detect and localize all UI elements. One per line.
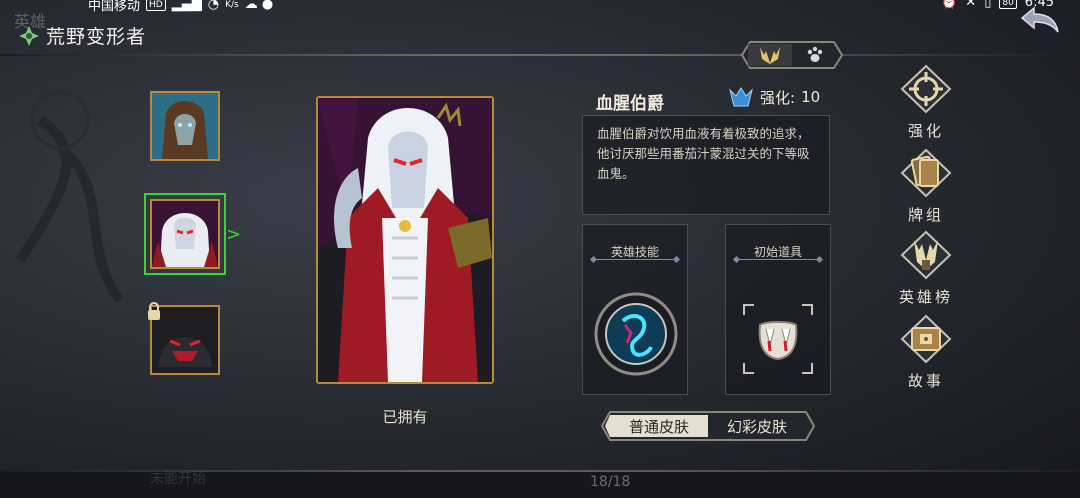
carrier-label: 中国移动 — [88, 0, 141, 14]
hero-skill-panel: 英雄技能 — [582, 224, 688, 395]
starting-item-panel: 初始道具 — [725, 224, 831, 395]
side-leaderboard-button[interactable]: 英雄榜 — [896, 230, 956, 307]
status-bar: 中国移动 HD ▂▄▆ ◔ K/s ☁ ● ⏰ ✕ ▯ 80 6:45 — [0, 0, 1080, 14]
hero-skill-title: 英雄技能 — [610, 245, 659, 259]
battery-indicator: 80 — [999, 0, 1017, 9]
card-deck-icon — [900, 148, 952, 198]
paw-print-icon — [807, 46, 823, 62]
mute-icon: ✕ — [965, 0, 977, 10]
leaf-emblem-icon — [19, 25, 39, 46]
hero-description: 血腥伯爵对饮用血液有着极致的追求，他讨厌那些用番茄汁蒙混过关的下等吸血鬼。 — [582, 115, 830, 215]
starting-item-button[interactable] — [740, 301, 816, 377]
lock-icon — [146, 302, 162, 326]
hd-badge: HD — [146, 0, 166, 11]
hooded-hero-portrait — [152, 93, 218, 159]
page-counter: 18/18 — [590, 474, 631, 490]
side-deck-button[interactable]: 牌组 — [896, 148, 956, 225]
leaderboard-icon — [900, 230, 952, 280]
top-divider — [0, 54, 1080, 56]
net-speed: K/s — [225, 0, 239, 10]
faded-bottom-text: 未能开始 — [150, 471, 206, 487]
starting-item-title: 初始道具 — [753, 245, 802, 259]
side-deck-label: 牌组 — [907, 206, 944, 224]
enhance-level-value: 10 — [801, 88, 821, 106]
rainbow-skin-tab[interactable]: 幻彩皮肤 — [708, 413, 806, 439]
selection-arrow-icon: > — [226, 224, 242, 245]
blood-magic-skill-icon — [594, 292, 678, 376]
enhance-level-display: 强化: 10 — [728, 86, 820, 108]
wifi-icon: ◔ — [207, 0, 220, 12]
page-title: 荒野变形者 — [46, 26, 147, 48]
owned-status-label: 已拥有 — [382, 408, 428, 426]
side-enhance-label: 强化 — [907, 122, 944, 140]
page-title-bar: 荒野变形者 — [18, 22, 146, 49]
horned-helmet-icon — [760, 47, 780, 64]
mode-switch — [740, 40, 844, 70]
crosshair-icon — [900, 64, 952, 114]
enhance-badge-icon — [729, 87, 753, 107]
notification-icon: ☁ ● — [244, 0, 274, 12]
panel-divider — [736, 259, 820, 260]
side-leaderboard-label: 英雄榜 — [898, 288, 953, 306]
hero-mode-button[interactable] — [747, 43, 793, 67]
pet-mode-button[interactable] — [792, 43, 838, 67]
side-story-label: 故事 — [907, 372, 944, 390]
skin-toggle: 普通皮肤 幻彩皮肤 — [600, 410, 816, 442]
signal-icon: ▂▄▆ — [171, 0, 202, 12]
enhance-label: 强化: — [760, 88, 796, 107]
vampire-fangs-icon — [743, 304, 813, 374]
hero-thumb-hooded[interactable] — [150, 91, 220, 161]
hero-skill-button[interactable] — [593, 291, 679, 377]
blood-count-full-art — [318, 98, 492, 382]
side-enhance-button[interactable]: 强化 — [896, 64, 956, 141]
alarm-icon: ⏰ — [941, 0, 958, 10]
panel-divider — [593, 259, 677, 260]
side-story-button[interactable]: 故事 — [896, 314, 956, 391]
normal-skin-tab[interactable]: 普通皮肤 — [610, 413, 708, 439]
hero-thumb-blood-count[interactable] — [144, 193, 226, 275]
vibrate-icon: ▯ — [984, 0, 992, 10]
blood-count-portrait — [152, 201, 218, 267]
hero-card-art — [316, 96, 494, 384]
back-arrow-icon — [1020, 6, 1059, 33]
hero-name: 血腥伯爵 — [596, 94, 664, 114]
story-book-icon — [900, 314, 952, 364]
back-button[interactable] — [1018, 4, 1062, 34]
